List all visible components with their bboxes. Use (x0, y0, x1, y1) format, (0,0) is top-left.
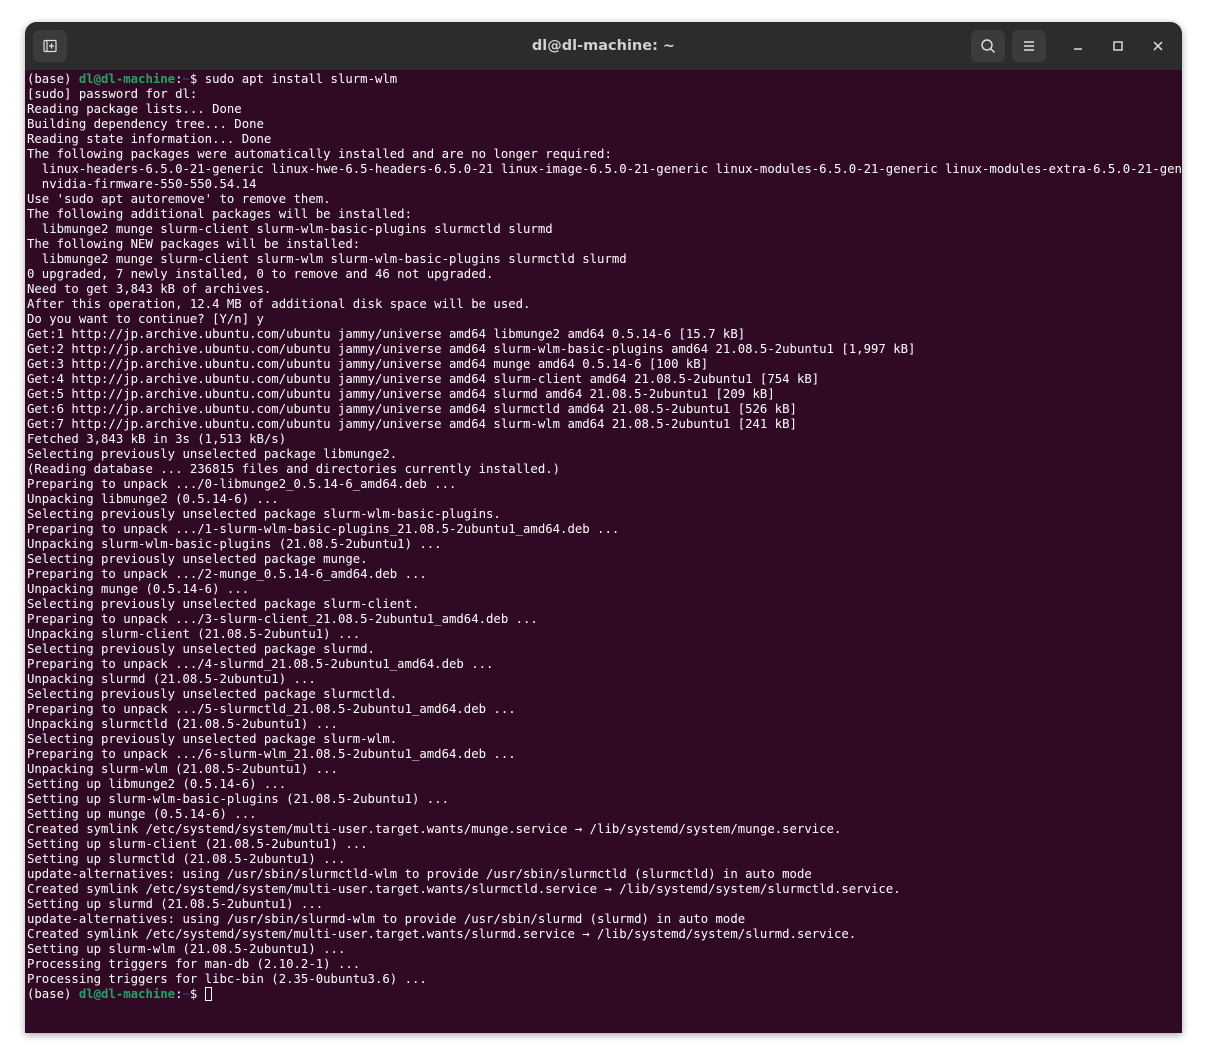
prompt-symbol: $ (189, 987, 205, 1001)
maximize-icon (1113, 41, 1123, 51)
output-line: The following additional packages will b… (27, 207, 412, 221)
output-line: Setting up slurmd (21.08.5-2ubuntu1) ... (27, 897, 324, 911)
output-line: Selecting previously unselected package … (27, 552, 368, 566)
minimize-button[interactable] (1066, 34, 1090, 58)
output-line: Selecting previously unselected package … (27, 687, 398, 701)
output-line: Get:6 http://jp.archive.ubuntu.com/ubunt… (27, 402, 797, 416)
output-line: Do you want to continue? [Y/n] y (27, 312, 264, 326)
output-line: Selecting previously unselected package … (27, 507, 501, 521)
output-line: Unpacking slurm-client (21.08.5-2ubuntu1… (27, 627, 361, 641)
output-line: Unpacking slurm-wlm-basic-plugins (21.08… (27, 537, 442, 551)
output-line: libmunge2 munge slurm-client slurm-wlm s… (27, 252, 627, 266)
output-line: linux-headers-6.5.0-21-generic linux-hwe… (27, 162, 1182, 176)
output-line: [sudo] password for dl: (27, 87, 198, 101)
output-line: Unpacking slurmctld (21.08.5-2ubuntu1) .… (27, 717, 338, 731)
output-line: Selecting previously unselected package … (27, 447, 398, 461)
output-line: The following NEW packages will be insta… (27, 237, 361, 251)
output-line: update-alternatives: using /usr/sbin/slu… (27, 867, 812, 881)
output-line: Selecting previously unselected package … (27, 597, 420, 611)
close-icon (1153, 41, 1163, 51)
output-line: Fetched 3,843 kB in 3s (1,513 kB/s) (27, 432, 287, 446)
output-line: Get:7 http://jp.archive.ubuntu.com/ubunt… (27, 417, 797, 431)
output-line: Preparing to unpack .../4-slurmd_21.08.5… (27, 657, 494, 671)
output-line: Preparing to unpack .../1-slurm-wlm-basi… (27, 522, 620, 536)
output-line: Building dependency tree... Done (27, 117, 264, 131)
prompt-line-current[interactable]: (base) dl@dl-machine:~$ (27, 987, 1182, 1002)
output-line: Preparing to unpack .../6-slurm-wlm_21.0… (27, 747, 516, 761)
output-line: update-alternatives: using /usr/sbin/slu… (27, 912, 746, 926)
search-icon (981, 39, 996, 54)
prompt-env: (base) (27, 987, 79, 1001)
output-line: 0 upgraded, 7 newly installed, 0 to remo… (27, 267, 494, 281)
output-line: Selecting previously unselected package … (27, 642, 375, 656)
output-line: Created symlink /etc/systemd/system/mult… (27, 927, 857, 941)
output-line: Setting up libmunge2 (0.5.14-6) ... (27, 777, 287, 791)
output-line: Unpacking munge (0.5.14-6) ... (27, 582, 250, 596)
output-line: libmunge2 munge slurm-client slurm-wlm-b… (27, 222, 553, 236)
output-line: Setting up slurm-wlm-basic-plugins (21.0… (27, 792, 449, 806)
output-line: Setting up slurmctld (21.08.5-2ubuntu1) … (27, 852, 346, 866)
output-line: Setting up slurm-wlm (21.08.5-2ubuntu1) … (27, 942, 346, 956)
prompt-user-host: dl@dl-machine (78, 72, 176, 86)
minimize-icon (1074, 48, 1082, 50)
prompt-symbol: $ (189, 72, 205, 86)
output-line: Get:4 http://jp.archive.ubuntu.com/ubunt… (27, 372, 820, 386)
search-button[interactable] (971, 30, 1005, 62)
output-block: [sudo] password for dl: Reading package l… (27, 87, 1182, 987)
output-line: Processing triggers for man-db (2.10.2-1… (27, 957, 361, 971)
output-line: Need to get 3,843 kB of archives. (27, 282, 272, 296)
prompt-path: ~ (182, 72, 190, 86)
window-title: dl@dl-machine: ~ (531, 38, 676, 54)
output-line: Get:3 http://jp.archive.ubuntu.com/ubunt… (27, 357, 709, 371)
output-line: Reading state information... Done (27, 132, 272, 146)
command-text: sudo apt install slurm-wlm (204, 72, 398, 86)
output-line: Created symlink /etc/systemd/system/mult… (27, 822, 842, 836)
output-line: nvidia-firmware-550-550.54.14 (27, 177, 257, 191)
terminal-window: dl@dl-machine: ~ (base) dl@dl-machine:~$… (25, 22, 1182, 1033)
output-line: Get:5 http://jp.archive.ubuntu.com/ubunt… (27, 387, 775, 401)
output-line: Get:1 http://jp.archive.ubuntu.com/ubunt… (27, 327, 746, 341)
title-bar[interactable]: dl@dl-machine: ~ (25, 22, 1182, 70)
output-line: Unpacking libmunge2 (0.5.14-6) ... (27, 492, 279, 506)
output-line: Unpacking slurmd (21.08.5-2ubuntu1) ... (27, 672, 316, 686)
output-line: Use 'sudo apt autoremove' to remove them… (27, 192, 331, 206)
prompt-line: (base) dl@dl-machine:~$ sudo apt install… (27, 72, 1182, 87)
output-line: Processing triggers for libc-bin (2.35-0… (27, 972, 427, 986)
output-line: Selecting previously unselected package … (27, 732, 398, 746)
menu-button[interactable] (1012, 30, 1046, 62)
output-line: Reading package lists... Done (27, 102, 242, 116)
prompt-path: ~ (182, 987, 190, 1001)
maximize-button[interactable] (1106, 34, 1130, 58)
prompt-env: (base) (27, 72, 79, 86)
output-line: Preparing to unpack .../0-libmunge2_0.5.… (27, 477, 457, 491)
text-cursor (204, 987, 212, 1001)
output-line: Setting up slurm-client (21.08.5-2ubuntu… (27, 837, 368, 851)
output-line: After this operation, 12.4 MB of additio… (27, 297, 531, 311)
output-line: Preparing to unpack .../5-slurmctld_21.0… (27, 702, 516, 716)
close-button[interactable] (1146, 34, 1170, 58)
new-tab-button[interactable] (33, 30, 67, 62)
output-line: Unpacking slurm-wlm (21.08.5-2ubuntu1) .… (27, 762, 338, 776)
prompt-user-host: dl@dl-machine (78, 987, 176, 1001)
terminal-output[interactable]: (base) dl@dl-machine:~$ sudo apt install… (25, 70, 1182, 1033)
output-line: Created symlink /etc/systemd/system/mult… (27, 882, 901, 896)
output-line: (Reading database ... 236815 files and d… (27, 462, 561, 476)
hamburger-menu-icon (1024, 41, 1034, 51)
new-tab-icon (43, 39, 57, 53)
output-line: The following packages were automaticall… (27, 147, 612, 161)
output-line: Preparing to unpack .../2-munge_0.5.14-6… (27, 567, 427, 581)
output-line: Get:2 http://jp.archive.ubuntu.com/ubunt… (27, 342, 916, 356)
output-line: Preparing to unpack .../3-slurm-client_2… (27, 612, 538, 626)
output-line: Setting up munge (0.5.14-6) ... (27, 807, 257, 821)
